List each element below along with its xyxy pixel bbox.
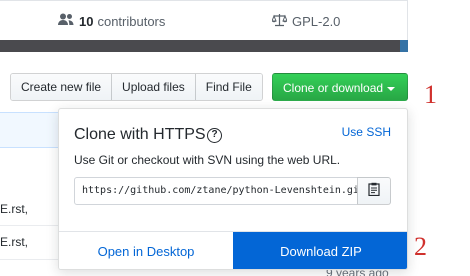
clone-footer: Open in Desktop Download ZIP (59, 231, 407, 269)
clone-url-input[interactable]: https://github.com/ztane/python-Levensht… (74, 177, 358, 205)
open-in-desktop-button[interactable]: Open in Desktop (59, 232, 233, 269)
law-scale-icon (271, 13, 288, 30)
copy-url-button[interactable] (357, 177, 391, 205)
contributors-count: 10 (79, 13, 94, 29)
language-segment-secondary (400, 40, 408, 52)
repo-summary-bar: 10 contributors GPL-2.0 (0, 0, 408, 44)
people-icon (58, 13, 74, 29)
question-circle-icon[interactable]: ? (207, 128, 222, 143)
clipboard-icon (368, 182, 380, 201)
file-name-fragment[interactable]: E.rst, (0, 235, 28, 249)
dropdown-caret (372, 109, 392, 118)
annotation-2: 2 (414, 232, 427, 261)
use-ssh-link[interactable]: Use SSH (342, 125, 391, 139)
clone-title: Clone with HTTPS (74, 126, 206, 143)
contributors-label: contributors (97, 13, 166, 29)
license-link[interactable]: GPL-2.0 (271, 1, 341, 41)
download-zip-button[interactable]: Download ZIP (233, 232, 407, 269)
clone-or-download-button[interactable]: Clone or download (272, 73, 408, 101)
annotation-1: 1 (424, 80, 437, 109)
clone-description: Use Git or checkout with SVN using the w… (74, 153, 341, 167)
create-new-file-button[interactable]: Create new file (11, 74, 113, 100)
find-file-button[interactable]: Find File (195, 74, 262, 100)
language-segment-primary (0, 40, 400, 52)
clone-dropdown: Clone with HTTPS ? Use SSH Use Git or ch… (58, 108, 408, 270)
file-name-fragment[interactable]: E.rst, (0, 202, 28, 216)
clone-url-group: https://github.com/ztane/python-Levensht… (74, 177, 392, 205)
file-table-background (0, 112, 60, 276)
license-label: GPL-2.0 (292, 13, 341, 29)
clone-or-download-label: Clone or download (283, 81, 384, 95)
commit-tease-header (0, 112, 60, 148)
upload-files-button[interactable]: Upload files (112, 74, 196, 100)
contributors-link[interactable]: 10 contributors (58, 1, 165, 41)
file-actions: Create new file Upload files Find File (10, 73, 263, 101)
language-bar[interactable] (0, 40, 408, 52)
caret-down-icon (387, 86, 396, 91)
